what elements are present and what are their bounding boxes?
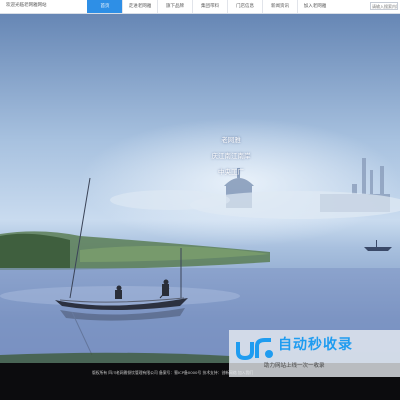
- nav-materials[interactable]: 集团带料: [192, 0, 227, 13]
- overlay-menu: 老网雅 庆江南江南岸 中央工厂: [201, 132, 261, 180]
- nav-stores[interactable]: 门店信息: [227, 0, 262, 13]
- top-navigation-bar: 欢迎光临老网雅网站 首页 走进老网雅 旗下品牌 集团带料 门店信息 新闻资讯 加…: [0, 0, 400, 14]
- nav-news[interactable]: 新闻资讯: [262, 0, 297, 13]
- menu-item-jiangnan[interactable]: 庆江南江南岸: [201, 148, 261, 164]
- search-input[interactable]: 请输入搜索内容: [370, 2, 398, 10]
- menu-item-factory[interactable]: 中央工厂: [201, 164, 261, 180]
- watermark-logo-icon: [236, 338, 273, 361]
- menu-item-brand[interactable]: 老网雅: [201, 132, 261, 148]
- watermark-badge: 自动秒收录 助力网站上线一次一收录: [229, 330, 400, 377]
- nav-about[interactable]: 走进老网雅: [122, 0, 157, 13]
- nav-home[interactable]: 首页: [87, 0, 122, 13]
- welcome-text: 欢迎光临老网雅网站: [6, 3, 47, 8]
- nav-brands[interactable]: 旗下品牌: [157, 0, 192, 13]
- watermark-subtitle: 助力网站上线一次一收录: [264, 363, 325, 369]
- watermark-title: 自动秒收录: [278, 337, 353, 353]
- nav-join[interactable]: 加入老网雅: [297, 0, 332, 13]
- main-nav: 首页 走进老网雅 旗下品牌 集团带料 门店信息 新闻资讯 加入老网雅: [87, 0, 332, 13]
